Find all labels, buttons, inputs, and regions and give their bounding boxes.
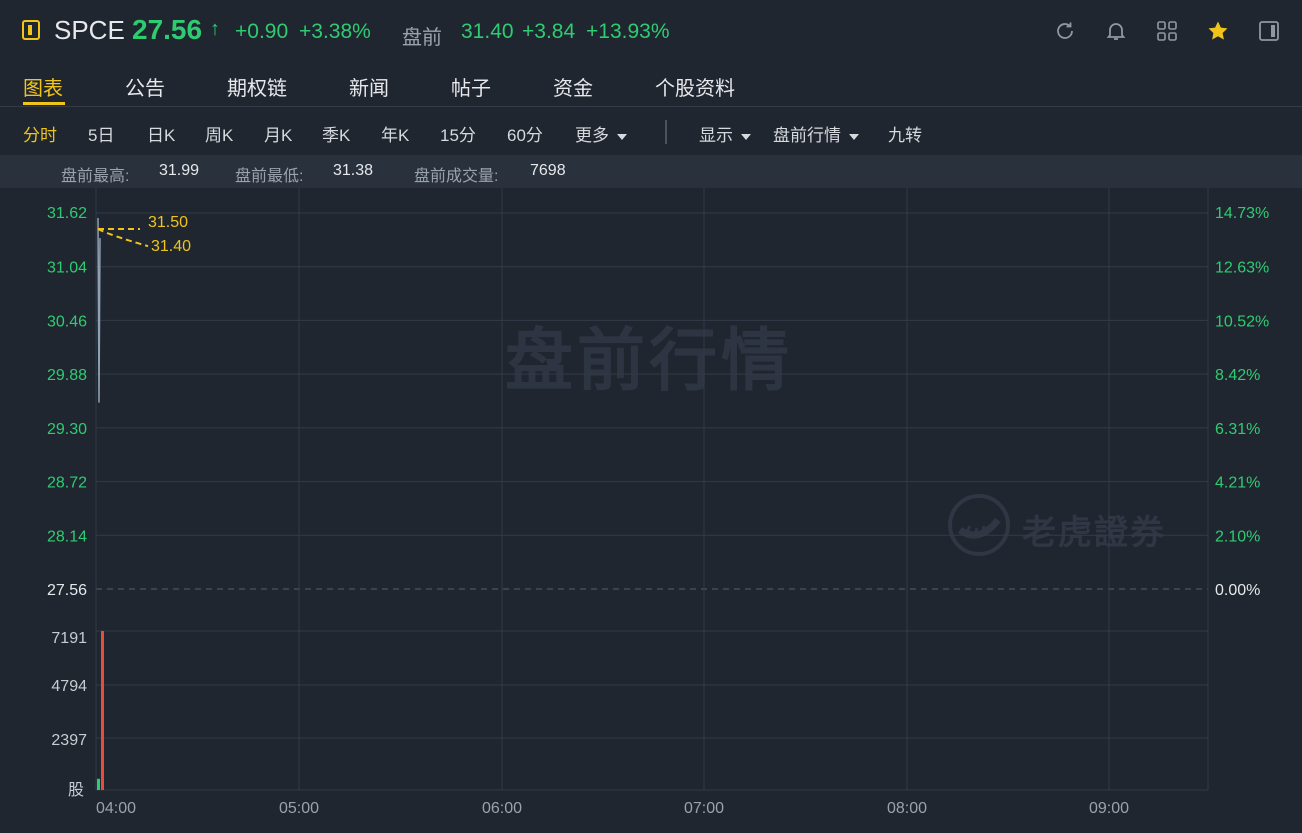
time-axis-label: 07:00 — [684, 800, 724, 817]
ticker-symbol[interactable]: SPCE — [54, 15, 125, 46]
tab-announcements[interactable]: 公告 — [125, 72, 165, 101]
grid-icon[interactable] — [1155, 19, 1179, 43]
premarket-volume-value: 7698 — [530, 162, 566, 179]
price-axis-label: 30.46 — [47, 313, 87, 330]
price-axis-label: 28.72 — [47, 475, 87, 492]
toolbar-divider — [665, 120, 667, 144]
panel-icon[interactable] — [1257, 19, 1281, 43]
price-axis-label: 31.62 — [47, 205, 87, 222]
quote-header: SPCE 27.56 ↑ +0.90 +3.38% 盘前 31.40 +3.84… — [0, 0, 1302, 63]
tab-profile[interactable]: 个股资料 — [655, 72, 735, 101]
ticker-badge-icon — [22, 20, 40, 40]
pct-axis-label: 2.10% — [1215, 528, 1260, 545]
nine-turn-indicator[interactable]: 九转 — [888, 121, 922, 146]
star-icon[interactable] — [1206, 19, 1230, 43]
premarket-volume-label: 盘前成交量: — [414, 168, 499, 185]
period-5day[interactable]: 5日 — [88, 121, 114, 146]
avg-price-label-start: 31.50 — [148, 214, 189, 231]
avg-price-line — [97, 228, 149, 248]
tab-posts[interactable]: 帖子 — [451, 72, 491, 101]
more-dropdown[interactable]: 更多 — [575, 121, 627, 146]
pct-axis-label: 10.52% — [1215, 313, 1269, 330]
time-axis-label: 06:00 — [482, 800, 522, 817]
last-price: 27.56 — [132, 14, 203, 45]
avg-price-label-end: 31.40 — [151, 238, 192, 255]
period-daily[interactable]: 日K — [147, 121, 175, 146]
volume-bar — [97, 778, 100, 790]
time-axis-label: 05:00 — [279, 800, 319, 817]
volume-axis-label: 7191 — [51, 630, 87, 647]
period-15min[interactable]: 15分 — [440, 121, 476, 146]
period-intraday[interactable]: 分时 — [23, 121, 57, 146]
premarket-price: 31.40 — [461, 20, 514, 43]
more-label: 更多 — [575, 126, 609, 145]
volume-axis-label: 4794 — [51, 678, 87, 695]
premarket-quotes-dropdown[interactable]: 盘前行情 — [773, 121, 859, 146]
premarket-high-label: 盘前最高: — [61, 168, 130, 185]
volume-bar — [101, 631, 104, 790]
active-tab-indicator — [23, 102, 65, 105]
chevron-down-icon — [617, 133, 627, 140]
tab-bar — [0, 62, 1302, 107]
premarket-low-label: 盘前最低: — [235, 168, 304, 185]
chart-toolbar — [0, 107, 1302, 154]
premarket-change-pct: +13.93% — [586, 20, 670, 43]
chevron-down-icon — [849, 133, 859, 140]
price-axis-label: 31.04 — [47, 260, 87, 277]
period-quarterly[interactable]: 季K — [322, 121, 350, 146]
volume-unit-label: 股 — [68, 782, 85, 799]
period-weekly[interactable]: 周K — [205, 121, 233, 146]
time-axis-label: 04:00 — [96, 800, 136, 817]
display-label: 显示 — [699, 126, 733, 145]
volume-axis-label: 2397 — [51, 732, 87, 749]
bell-icon[interactable] — [1104, 19, 1128, 43]
price-change: +0.90 — [235, 20, 289, 43]
premarket-label: 盘前 — [402, 27, 442, 49]
period-yearly[interactable]: 年K — [381, 121, 409, 146]
refresh-icon[interactable] — [1053, 19, 1077, 43]
pct-axis-label: 8.42% — [1215, 367, 1260, 384]
price-axis-label: 27.56 — [47, 582, 87, 599]
price-axis-label: 28.14 — [47, 528, 87, 545]
period-monthly[interactable]: 月K — [264, 121, 292, 146]
price-axis-label: 29.88 — [47, 367, 87, 384]
tab-capital[interactable]: 资金 — [553, 72, 593, 101]
premarket-change: +3.84 — [522, 20, 576, 43]
premarket-low-value: 31.38 — [333, 162, 374, 179]
tab-news[interactable]: 新闻 — [349, 72, 389, 101]
pct-axis-label: 14.73% — [1215, 205, 1269, 222]
pct-axis-label: 0.00% — [1215, 582, 1260, 599]
display-dropdown[interactable]: 显示 — [699, 121, 751, 146]
price-up-arrow-icon: ↑ — [210, 18, 220, 40]
price-axis-label: 29.30 — [47, 421, 87, 438]
time-axis-label: 09:00 — [1089, 800, 1129, 817]
tab-options-chain[interactable]: 期权链 — [227, 72, 287, 101]
time-axis-label: 08:00 — [887, 800, 927, 817]
price-line — [97, 217, 101, 403]
period-60min[interactable]: 60分 — [507, 121, 543, 146]
pct-axis-label: 12.63% — [1215, 260, 1269, 277]
premarket-quotes-label: 盘前行情 — [773, 126, 841, 145]
pct-axis-label: 6.31% — [1215, 421, 1260, 438]
premarket-high-value: 31.99 — [159, 162, 200, 179]
tab-chart[interactable]: 图表 — [23, 72, 63, 101]
pct-axis-label: 4.21% — [1215, 475, 1260, 492]
intraday-chart[interactable]: 31.62 31.04 30.46 29.88 29.30 28.72 28.14 27.56… — [0, 188, 1302, 833]
chevron-down-icon — [741, 133, 751, 140]
price-change-pct: +3.38% — [299, 20, 371, 43]
